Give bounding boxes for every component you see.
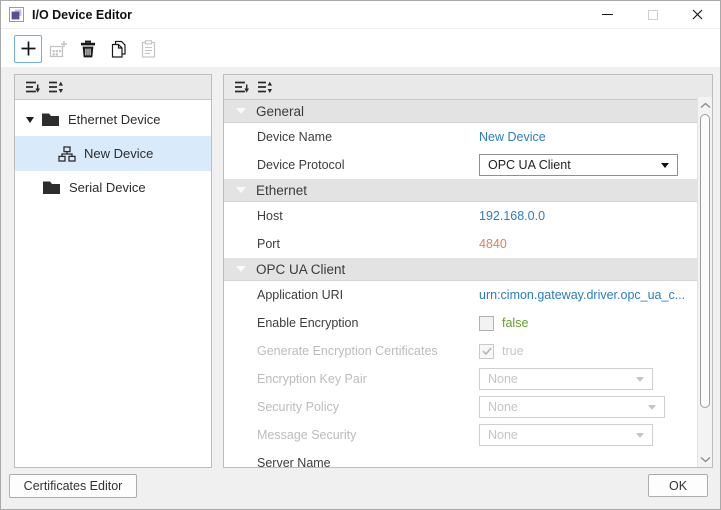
enable-encryption-value: false [502, 316, 528, 330]
ok-button[interactable]: OK [648, 474, 708, 497]
tree-item-ethernet-device[interactable]: Ethernet Device [15, 103, 211, 136]
port-value[interactable]: 4840 [479, 237, 698, 251]
expander-down-icon[interactable] [26, 117, 34, 123]
property-panel-header [224, 75, 712, 100]
device-tree: Ethernet Device New Device [15, 100, 211, 204]
collapse-all-icon[interactable] [24, 79, 41, 95]
section-collapse-icon [236, 266, 246, 272]
maximize-button [630, 1, 675, 28]
add-device-button[interactable] [14, 35, 42, 63]
security-policy-dropdown: None [479, 396, 665, 418]
section-collapse-icon [236, 187, 246, 193]
maximize-icon [648, 10, 658, 20]
certificates-editor-button[interactable]: Certificates Editor [9, 474, 137, 498]
chevron-down-icon [648, 405, 656, 410]
device-add-icon [49, 40, 68, 58]
expand-all-icon[interactable] [47, 79, 64, 95]
message-security-dropdown: None [479, 424, 653, 446]
app-logo-icon [9, 7, 25, 23]
toolbar [1, 30, 720, 67]
network-device-icon [58, 146, 76, 162]
io-device-editor-window: I/O Device Editor [0, 0, 721, 510]
section-opc-ua-client[interactable]: OPC UA Client [224, 258, 698, 281]
main-area: Ethernet Device New Device [1, 67, 720, 509]
minimize-button[interactable] [585, 1, 630, 28]
row-host[interactable]: Host 192.168.0.0 [224, 202, 698, 230]
copy-pages-icon [110, 40, 127, 58]
plus-icon [20, 40, 37, 57]
scroll-down-icon[interactable] [698, 452, 713, 466]
collapse-all-icon[interactable] [233, 79, 250, 95]
tree-panel-header [15, 75, 211, 100]
property-panel: General Device Name New Device Device Pr… [223, 74, 713, 468]
section-general[interactable]: General [224, 100, 698, 123]
tree-item-label: Ethernet Device [68, 112, 161, 127]
clipboard-paste-icon [141, 40, 156, 58]
property-list: General Device Name New Device Device Pr… [224, 100, 698, 467]
row-device-name[interactable]: Device Name New Device [224, 123, 698, 151]
tree-item-serial-device[interactable]: Serial Device [15, 171, 211, 204]
expand-all-icon[interactable] [256, 79, 273, 95]
row-port[interactable]: Port 4840 [224, 230, 698, 258]
folder-icon [41, 112, 60, 127]
close-icon [692, 9, 703, 20]
row-generate-encryption-certificates: Generate Encryption Certificates true [224, 337, 698, 365]
row-server-name[interactable]: Server Name [224, 449, 698, 467]
device-name-value[interactable]: New Device [479, 130, 698, 144]
enable-encryption-checkbox[interactable] [479, 316, 494, 331]
row-message-security: Message Security None [224, 421, 698, 449]
chevron-down-icon [661, 163, 669, 168]
tree-item-label: Serial Device [69, 180, 146, 195]
window-title: I/O Device Editor [32, 8, 132, 22]
tree-item-label: New Device [84, 146, 153, 161]
copy-button[interactable] [104, 35, 132, 63]
row-application-uri[interactable]: Application URI urn:cimon.gateway.driver… [224, 281, 698, 309]
check-icon [482, 347, 492, 355]
vertical-scrollbar[interactable] [697, 97, 712, 467]
section-collapse-icon [236, 108, 246, 114]
close-button[interactable] [675, 1, 720, 28]
trash-icon [80, 40, 96, 58]
host-value[interactable]: 192.168.0.0 [479, 209, 698, 223]
application-uri-value[interactable]: urn:cimon.gateway.driver.opc_ua_c... [479, 288, 698, 302]
chevron-down-icon [636, 377, 644, 382]
section-ethernet[interactable]: Ethernet [224, 179, 698, 202]
generate-certificates-value: true [502, 344, 524, 358]
device-tree-panel: Ethernet Device New Device [14, 74, 212, 468]
generate-certificates-checkbox [479, 344, 494, 359]
delete-button[interactable] [74, 35, 102, 63]
minimize-icon [602, 14, 613, 15]
add-station-button [44, 35, 72, 63]
chevron-down-icon [636, 433, 644, 438]
titlebar: I/O Device Editor [1, 1, 720, 29]
row-security-policy: Security Policy None [224, 393, 698, 421]
encryption-key-pair-dropdown: None [479, 368, 653, 390]
folder-icon [42, 180, 61, 195]
paste-button [134, 35, 162, 63]
row-encryption-key-pair: Encryption Key Pair None [224, 365, 698, 393]
scrollbar-thumb[interactable] [700, 114, 710, 408]
device-protocol-dropdown[interactable]: OPC UA Client [479, 154, 678, 176]
tree-item-new-device[interactable]: New Device [15, 136, 211, 171]
row-device-protocol: Device Protocol OPC UA Client [224, 151, 698, 179]
scroll-up-icon[interactable] [698, 98, 713, 112]
row-enable-encryption: Enable Encryption false [224, 309, 698, 337]
